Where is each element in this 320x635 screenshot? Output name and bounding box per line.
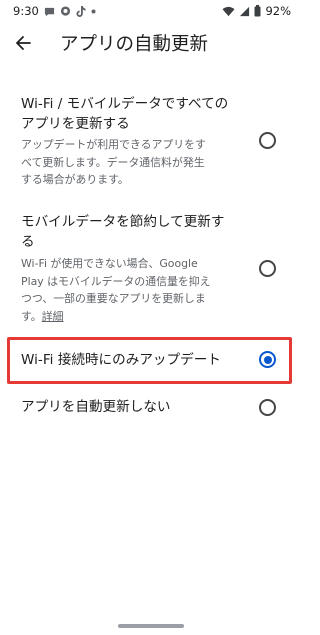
battery-percent: 92% (265, 4, 291, 18)
option-no-auto-update[interactable]: アプリを自動更新しない (0, 395, 301, 423)
details-link[interactable]: 詳細 (42, 310, 64, 323)
dot-icon (91, 9, 96, 14)
gesture-nav-handle[interactable] (118, 624, 184, 628)
status-bar: 9:30 92% (0, 0, 301, 22)
radio-button[interactable] (259, 260, 276, 277)
tiktok-icon (76, 5, 86, 17)
option-title: モバイルデータを節約して更新す る (21, 214, 225, 250)
option-all-networks[interactable]: Wi-Fi / モバイルデータですべての アプリを更新する アップデートが利用で… (0, 94, 301, 194)
arrow-back-icon (15, 35, 31, 55)
message-bubble-icon (44, 6, 55, 17)
option-save-mobile-data[interactable]: モバイルデータを節約して更新す る Wi-Fi が使用できない場合、Google… (0, 212, 301, 323)
radio-button[interactable] (259, 399, 276, 416)
back-button[interactable] (10, 32, 36, 58)
page-title: アプリの自動更新 (60, 34, 209, 55)
signal-icon (239, 6, 250, 17)
radio-button[interactable] (259, 132, 276, 149)
status-time: 9:30 (13, 4, 39, 18)
battery-icon (254, 5, 261, 17)
chat-bubble-icon (60, 5, 71, 17)
option-description: アップデートが利用できるアプリをす べて更新します。データ通信料が発生 する場合… (21, 138, 206, 186)
app-bar: アプリの自動更新 (0, 28, 301, 62)
option-title: アプリを自動更新しない (21, 399, 171, 415)
option-title: Wi-Fi / モバイルデータですべての アプリを更新する (21, 96, 229, 132)
wifi-icon (222, 6, 235, 17)
option-title: Wi-Fi 接続時にのみアップデート (21, 352, 221, 368)
radio-button-selected[interactable] (259, 351, 276, 368)
option-wifi-only[interactable]: Wi-Fi 接続時にのみアップデート (0, 347, 301, 375)
radio-dot (263, 355, 272, 364)
option-description: Wi-Fi が使用できない場合、Google Play はモバイルデータの通信量… (21, 257, 211, 323)
